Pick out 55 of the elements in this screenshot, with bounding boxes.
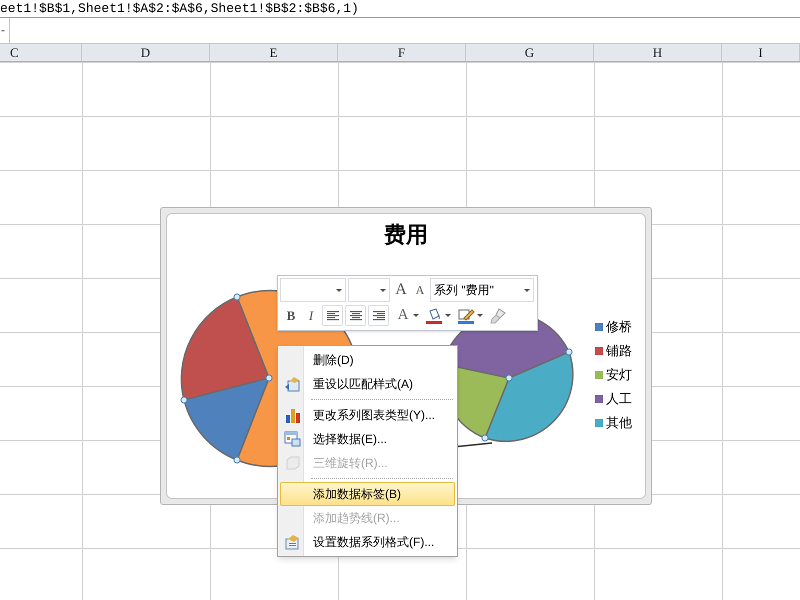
menu-item[interactable]: 重设以匹配样式(A) [280,372,455,396]
text-lines-icon [350,310,362,320]
menu-item[interactable]: 选择数据(E)... [280,427,455,451]
align-center-button[interactable] [345,305,366,326]
caret-icon[interactable] [445,314,451,317]
shrink-font-button[interactable]: A [412,284,428,296]
cube-icon [284,454,302,472]
column-header[interactable]: I [722,44,800,61]
fill-bucket-icon[interactable] [425,306,443,324]
pie-slice[interactable] [484,351,574,442]
text-lines-icon [372,310,384,320]
name-box[interactable]: - [0,18,10,43]
selection-handle[interactable] [506,374,512,382]
italic-button[interactable]: I [302,306,320,326]
menu-item[interactable]: 删除(D) [280,348,455,372]
table-icon [284,430,302,448]
selection-handle[interactable] [482,434,488,442]
selection-handle[interactable] [234,294,240,300]
legend-label: 修桥 [606,318,632,336]
legend-label: 铺路 [606,342,632,360]
caret-icon[interactable] [477,314,483,317]
column-header[interactable]: C [0,44,82,61]
series-dropdown[interactable]: 系列 "费用" [430,278,534,302]
menu-item[interactable]: 添加数据标签(B) [280,482,455,506]
align-right-button[interactable] [368,305,389,326]
pie-slice[interactable] [183,377,270,461]
pen-line-icon[interactable] [457,306,475,324]
bold-button[interactable]: B [282,306,300,326]
selection-handle[interactable] [234,456,240,464]
selection-handle[interactable] [566,348,572,356]
bar-chart-icon [284,406,302,424]
legend-label: 人工 [606,390,632,408]
align-left-button[interactable] [322,305,343,326]
column-header[interactable]: F [338,44,466,61]
selection-handle[interactable] [266,374,272,382]
chart-title: 费用 [384,222,428,247]
brush-icon[interactable] [489,306,507,324]
menu-item[interactable]: 设置数据系列格式(F)... [280,530,455,554]
font-color-button[interactable]: A [395,304,411,327]
formula-text: eet1!$B$1,Sheet1!$A$2:$A$6,Sheet1!$B$2:$B$6,1) [0,2,359,15]
caret-icon[interactable] [413,314,419,317]
column-header[interactable]: E [210,44,338,61]
grow-font-button[interactable]: A [392,282,410,298]
text-lines-icon [326,310,338,320]
legend-label: 其他 [606,414,632,432]
column-header[interactable]: H [594,44,722,61]
pie-slice[interactable] [180,296,270,401]
selection-handle[interactable] [180,396,188,404]
legend-label: 安灯 [606,366,632,384]
menu-item[interactable]: 更改系列图表类型(Y)... [280,403,455,427]
column-header[interactable]: G [466,44,594,61]
menu-item: 添加趋势线(R)... [312,510,401,527]
reset-style-icon [284,375,302,393]
menu-item: 三维旋转(R)... [280,451,455,475]
column-header[interactable]: D [82,44,210,61]
